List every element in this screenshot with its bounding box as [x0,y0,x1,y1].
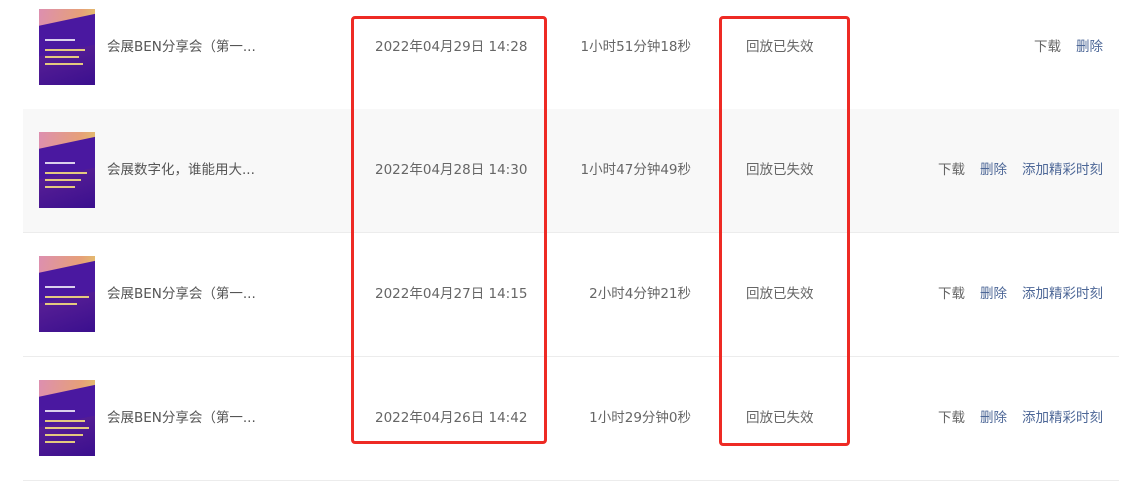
replay-thumbnail[interactable] [39,256,95,332]
add-highlight-button[interactable]: 添加精彩时刻 [1022,286,1103,302]
replay-duration: 2小时4分钟21秒 [589,286,691,302]
replay-title[interactable]: 会展BEN分享会（第一... [107,233,256,356]
delete-button[interactable]: 删除 [1076,39,1103,55]
row-actions: 下载 删除 [1019,0,1103,109]
table-row: 会展数字化，谁能用大... 2022年04月28日 14:30 1小时47分钟4… [23,109,1119,233]
replay-duration: 1小时47分钟49秒 [580,162,691,178]
replay-thumbnail[interactable] [39,132,95,208]
replay-duration: 1小时51分钟18秒 [580,39,691,55]
table-row: 会展BEN分享会（第一... 2022年04月26日 14:42 1小时29分钟… [23,357,1119,481]
add-highlight-button[interactable]: 添加精彩时刻 [1022,162,1103,178]
replay-title[interactable]: 会展BEN分享会（第一... [107,357,256,480]
replay-thumbnail[interactable] [39,380,95,456]
replay-title[interactable]: 会展BEN分享会（第一... [107,0,256,109]
table-row: 会展BEN分享会（第一... 2022年04月29日 14:28 1小时51分钟… [23,0,1119,110]
replay-thumbnail[interactable] [39,9,95,85]
replay-duration: 1小时29分钟0秒 [589,410,691,426]
delete-button[interactable]: 删除 [980,410,1007,426]
replay-title[interactable]: 会展数字化，谁能用大... [107,109,255,232]
status-column-highlight [719,16,850,446]
add-highlight-button[interactable]: 添加精彩时刻 [1022,410,1103,426]
row-actions: 下载 删除 添加精彩时刻 [923,233,1103,356]
row-actions: 下载 删除 添加精彩时刻 [923,357,1103,480]
download-button[interactable]: 下载 [938,286,965,302]
download-button[interactable]: 下载 [938,410,965,426]
date-column-highlight [351,16,547,444]
delete-button[interactable]: 删除 [980,286,1007,302]
table-row: 会展BEN分享会（第一... 2022年04月27日 14:15 2小时4分钟2… [23,233,1119,357]
delete-button[interactable]: 删除 [980,162,1007,178]
row-actions: 下载 删除 添加精彩时刻 [923,109,1103,232]
download-button[interactable]: 下载 [938,162,965,178]
download-button[interactable]: 下载 [1034,39,1061,55]
